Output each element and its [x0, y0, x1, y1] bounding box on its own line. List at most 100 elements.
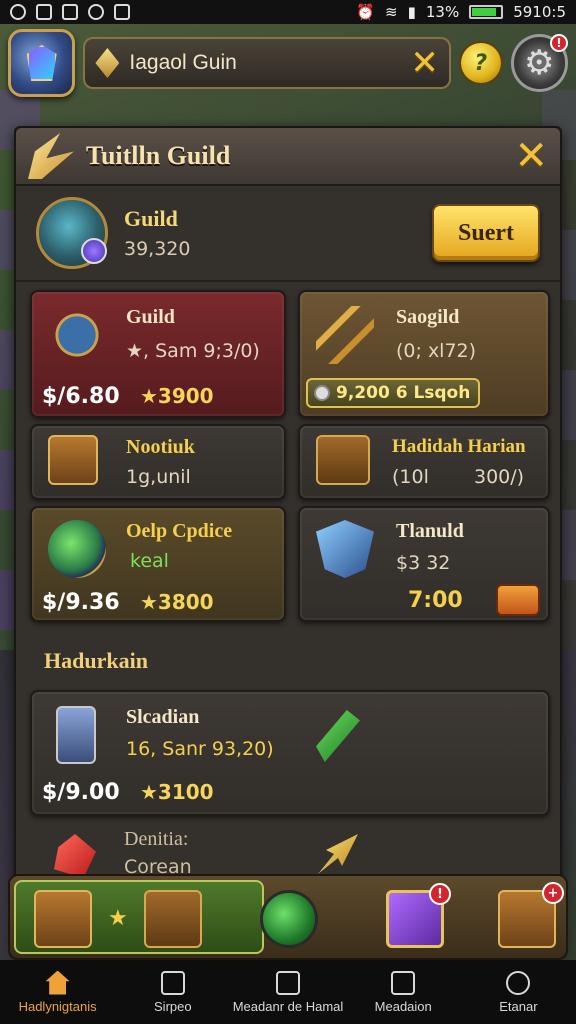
card-subtitle: 1g,unil: [126, 466, 191, 488]
card-subtitle: ★, Sam 9;3/0): [126, 340, 260, 362]
nav-shop[interactable]: Meadaion: [346, 960, 461, 1024]
shop-icon: [391, 970, 416, 995]
bow-icon: [316, 306, 374, 364]
settings-button[interactable]: ⚙ !: [510, 34, 568, 92]
treasure-box-button[interactable]: [34, 890, 92, 948]
action-strip: ★ ! +: [8, 874, 568, 960]
battery-percent: 13%: [425, 3, 460, 21]
shield-icon: [316, 520, 374, 578]
chest-icon: [48, 435, 98, 485]
nav-edit[interactable]: Sirpeo: [115, 960, 230, 1024]
guild-panel: Tuitlln Guild ✕ Guild 39,320 Suert Guild…: [14, 126, 562, 956]
gear-icon: ⚙: [524, 43, 555, 83]
clear-search-icon[interactable]: ✕: [410, 46, 439, 80]
guild-search-bar: ✕: [83, 37, 451, 89]
card-pack-notification: !: [429, 883, 451, 905]
featured-title: Slcadian: [126, 706, 200, 728]
guild-card-3[interactable]: Nootiuk 1g,unil: [30, 424, 286, 500]
featured-stars: ★3100: [140, 780, 214, 804]
signal-icon: ▮: [407, 3, 416, 21]
card-subtitle: keal: [130, 550, 169, 572]
leaf-icon: [316, 710, 360, 762]
bottom-navigation: Hadlynigtanis Sirpeo Meadanr de Hamal Me…: [0, 960, 576, 1024]
ruby-icon: [54, 834, 96, 878]
footer-item[interactable]: Denitia: Corean: [30, 824, 550, 880]
orb-icon: [48, 520, 106, 578]
image-icon: [36, 4, 52, 20]
footer-item-title: Denitia:: [124, 828, 189, 850]
panel-title: Tuitlln Guild: [86, 141, 231, 170]
chest-button[interactable]: [144, 890, 202, 948]
card-price: $/9.36: [42, 590, 120, 615]
featured-price: $/9.00: [42, 780, 120, 805]
nav-shop-label: Meadaion: [374, 998, 432, 1014]
settings-notification-badge: !: [550, 34, 568, 52]
section-title: Hadurkain: [44, 648, 148, 673]
profile-shield-button[interactable]: [8, 29, 76, 97]
help-button[interactable]: ?: [458, 41, 503, 85]
card-amount: 7:00: [408, 588, 463, 613]
top-bar: ✕ ? ⚙ !: [8, 28, 568, 98]
guild-search-input[interactable]: [129, 51, 401, 75]
card-subtitle-2: 300/): [474, 466, 525, 488]
close-panel-icon[interactable]: ✕: [514, 136, 548, 176]
home-icon: [45, 970, 70, 995]
start-button[interactable]: Suert: [432, 204, 540, 262]
panel-header: Tuitlln Guild ✕: [16, 128, 560, 186]
gold-arrow-icon: [318, 834, 358, 874]
opera-icon: [88, 4, 104, 20]
nav-search-label: Etanar: [499, 998, 538, 1014]
guild-value: 39,320: [124, 238, 191, 260]
nav-home-label: Hadlynigtanis: [18, 998, 97, 1014]
mail-icon: [114, 4, 130, 20]
nav-edit-label: Sirpeo: [154, 998, 192, 1014]
status-bar: ⏰ ≋ ▮ 13% 5910:5: [0, 0, 576, 24]
card-title: Saogild: [396, 306, 460, 328]
card-subtitle: (0; xl72): [396, 340, 477, 362]
card-title: Nootiuk: [126, 436, 195, 458]
map-icon: [276, 970, 300, 995]
nav-search[interactable]: Etanar: [461, 960, 576, 1024]
alarm-icon: ⏰: [356, 3, 376, 21]
guild-name: Guild: [124, 206, 178, 231]
nav-home[interactable]: Hadlynigtanis: [0, 960, 115, 1024]
app-icon: [62, 4, 78, 20]
lantern-icon: [56, 706, 96, 764]
guild-card-5[interactable]: Oelp Cpdice keal $/9.36 ★3800: [30, 506, 286, 622]
nav-map-label: Meadanr de Hamal: [232, 998, 344, 1014]
edit-icon: [160, 970, 185, 995]
guild-card-2[interactable]: Saogild (0; xl72) 9,200 6 Lsqoh: [298, 290, 550, 418]
guild-card-6[interactable]: Tlanuld $3 32 7:00: [298, 506, 550, 622]
staff-icon: [48, 306, 106, 364]
crate-button[interactable]: +: [498, 882, 564, 948]
wifi-icon: ≋: [385, 3, 398, 21]
clock: 5910:5: [513, 3, 566, 21]
notification-icon: [10, 4, 26, 20]
orange-action-button[interactable]: [496, 584, 540, 616]
card-subtitle: $3 32: [396, 552, 451, 574]
attack-button[interactable]: [260, 890, 318, 948]
guild-card-1[interactable]: Guild ★, Sam 9;3/0) $/6.80 ★3900: [30, 290, 286, 418]
card-badge: 9,200 6 Lsqoh: [306, 378, 481, 408]
card-title: Guild: [126, 306, 175, 328]
featured-subtitle: 16, Sanr 93,20): [126, 738, 274, 760]
guild-emblem-icon: [36, 197, 108, 269]
guild-summary: Guild 39,320 Suert: [16, 186, 560, 282]
battery-icon: [469, 5, 504, 19]
card-title: Oelp Cpdice: [126, 520, 233, 542]
star-icon: ★: [108, 906, 128, 931]
card-badge-label: 9,200 6 Lsqoh: [336, 383, 471, 403]
blade-icon: [28, 133, 74, 179]
coin-icon: [314, 385, 330, 401]
guild-card-4[interactable]: Hadidah Harian (10l 300/): [298, 424, 550, 500]
card-title: Hadidah Harian: [392, 436, 526, 457]
nav-map[interactable]: Meadanr de Hamal: [230, 960, 345, 1024]
featured-card[interactable]: Slcadian 16, Sanr 93,20) $/9.00 ★3100: [30, 690, 550, 816]
card-subtitle: (10l: [392, 466, 429, 488]
card-price: $/6.80: [42, 384, 120, 409]
treasure-chest-icon: [316, 435, 370, 485]
search-icon: [506, 970, 531, 995]
card-pack-button[interactable]: !: [386, 883, 451, 948]
shield-gem-icon: [26, 45, 57, 81]
card-stars: ★3800: [140, 590, 214, 614]
